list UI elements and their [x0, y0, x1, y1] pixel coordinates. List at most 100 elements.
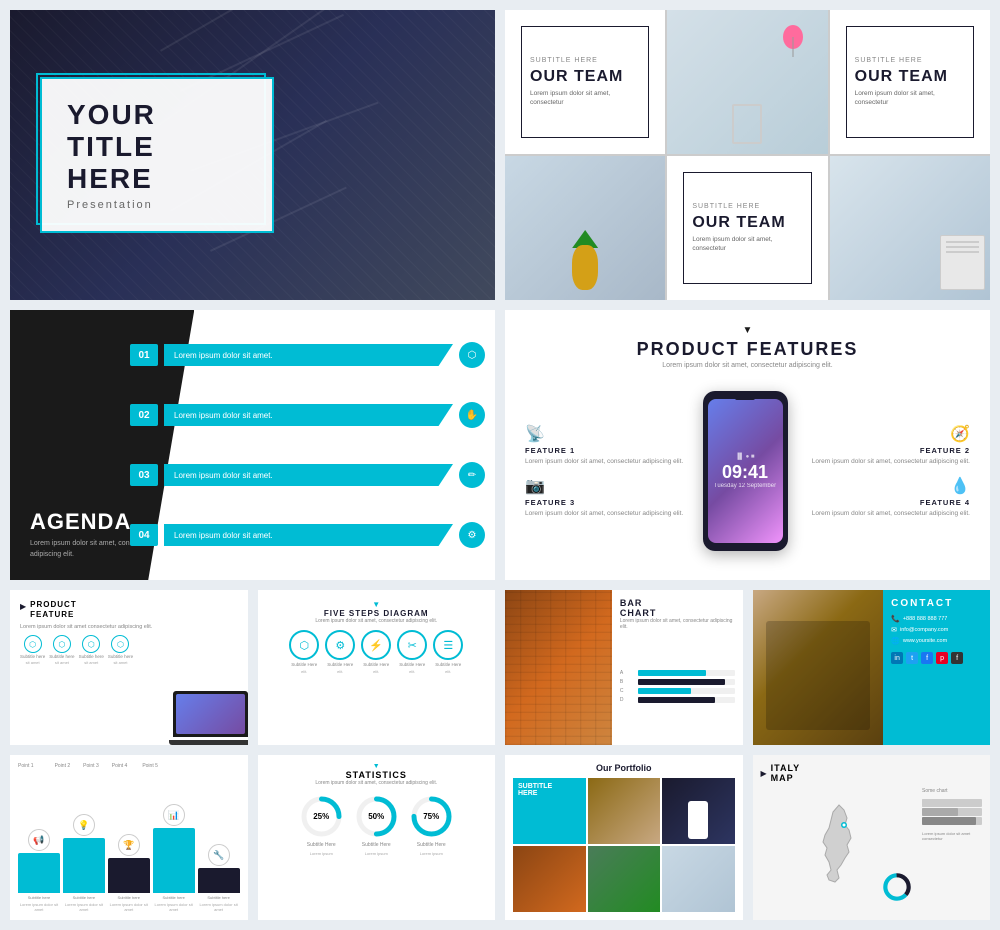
pf-mini-title: PRODUCTFEATURE: [30, 600, 77, 619]
step-3: ⚡ Subtitle Here elit.: [361, 630, 391, 674]
subtitle: Presentation: [67, 199, 247, 211]
process-steps: 📢 Subtitle here Lorem ipsum dolor sit am…: [18, 774, 240, 912]
phone-mockup-container: ▐▌ ● ■ 09:41 Tuesday 12 September: [703, 391, 793, 551]
process-step-2: 💡 Subtitle here Lorem ipsum dolor sit am…: [63, 814, 105, 912]
port-img-books: [513, 846, 586, 912]
italy-legend: Lorem ipsum dolor sit amet consectetur: [922, 831, 982, 841]
agenda-num-2: 02: [130, 404, 158, 426]
step-circle-3: ⚡: [361, 630, 391, 660]
italy-chart-title: Some chart: [922, 788, 982, 794]
team-subtitle-3: SUBTITLE HERE: [855, 57, 965, 64]
laptop-screen: [176, 694, 245, 734]
bc-bar-fill-1: [638, 670, 706, 676]
pf-mini-header: ▶ PRODUCTFEATURE: [20, 600, 238, 619]
five-steps-arrow-icon: ▼: [372, 600, 380, 609]
slide-statistics: ▼ STATISTICS Lorem ipsum dolor sit amet,…: [258, 755, 496, 920]
agenda-num-4: 04: [130, 524, 158, 546]
team-desc-5: Lorem ipsum dolor sit amet, consectetur: [692, 235, 802, 253]
contact-item-2: ✉ info@company.com: [891, 626, 982, 634]
five-steps-title: FIVE STEPS DIAGRAM: [324, 609, 429, 618]
italy-chart-area: Some chart Lorem ipsum dolor sit amet co…: [922, 788, 982, 912]
phone-time: 09:41: [722, 462, 768, 483]
pf-mini-icon-4: ⬡ Subtitle here sit amet: [108, 635, 133, 665]
stat-circle-3: 75% Subtitle Here Lorem ipsum: [409, 794, 454, 856]
pf-features-right: 🧭 FEATURE 2 Lorem ipsum dolor sit amet, …: [798, 424, 971, 518]
italy-title: ITALYMAP: [771, 763, 801, 783]
feature-icon-2: 🧭: [950, 424, 970, 444]
phone-icon: 📞: [891, 615, 900, 623]
team-card-5: SUBTITLE HERE OUR TEAM Lorem ipsum dolor…: [667, 156, 827, 300]
pf-content: 📡 FEATURE 1 Lorem ipsum dolor sit amet, …: [525, 377, 970, 565]
pf-mini-circle-2: ⬡: [53, 635, 71, 653]
phone-mockup: ▐▌ ● ■ 09:41 Tuesday 12 September: [703, 391, 788, 551]
laptop-container: [168, 690, 248, 745]
italy-bar-1: [922, 799, 982, 807]
slide-italy: ▶ ITALYMAP: [753, 755, 991, 920]
agenda-num-1: 01: [130, 344, 158, 366]
laptop-body: [173, 691, 248, 737]
feature-label-4: FEATURE 4: [920, 498, 970, 507]
stat-circles: 25% Subtitle Here Lorem ipsum 50% Subtit…: [299, 794, 454, 856]
bc-bars: A B C D: [620, 635, 735, 737]
portfolio-title: Our Portfolio: [513, 763, 735, 773]
feature-icon-1: 📡: [525, 424, 698, 444]
agenda-item-1: 01 Lorem ipsum dolor sit amet. ⬡: [130, 342, 485, 368]
phone-notch: [735, 396, 755, 400]
agenda-bar-4: Lorem ipsum dolor sit amet.: [164, 524, 453, 546]
slide-title: YOUR TITLE HERE Presentation: [10, 10, 495, 300]
bc-bar-fill-3: [638, 688, 691, 694]
contact-panel: CONTACT 📞 +888 888 888 777 ✉ info@compan…: [883, 590, 990, 745]
feature-item-1: 📡 FEATURE 1 Lorem ipsum dolor sit amet, …: [525, 424, 698, 466]
pinterest-icon: p: [936, 652, 948, 664]
team-title-5: OUR TEAM: [692, 214, 802, 232]
portfolio-grid: SUBTITLEHERE: [513, 778, 735, 912]
pf-mini-desc: Lorem ipsum dolor sit amet consectetur a…: [20, 624, 238, 630]
contact-item-1: 📞 +888 888 888 777: [891, 615, 982, 623]
stat-donut-label-3: 75%: [409, 794, 454, 839]
phone-screen: ▐▌ ● ■ 09:41 Tuesday 12 September: [708, 399, 783, 543]
process-step-3: 🏆 Subtitle here Lorem ipsum dolor sit am…: [108, 834, 150, 912]
bc-bar-fill-2: [638, 679, 725, 685]
italy-map-area: [761, 788, 918, 912]
agenda-item-3: 03 Lorem ipsum dolor sit amet. ✏: [130, 462, 485, 488]
contact-item-3: 🌐 www.yoursite.com: [891, 637, 982, 645]
italy-donut-mini: [882, 872, 912, 907]
italy-bar-group: [922, 799, 982, 825]
team-title-3: OUR TEAM: [855, 68, 965, 86]
bc-bar-row-2: B: [620, 679, 735, 685]
feature-icon-3: 📷: [525, 476, 698, 496]
stat-donut-label-2: 50%: [354, 794, 399, 839]
process-bar-3: [108, 858, 150, 893]
port-img-wallet: [588, 778, 661, 844]
pf-mini-icons-row: ⬡ Subtitle here sit amet ⬡ Subtitle here…: [20, 635, 238, 665]
process-step-icon-4: 📊: [163, 804, 185, 826]
agenda-icon-4: ⚙: [459, 522, 485, 548]
agenda-icon-3: ✏: [459, 462, 485, 488]
pf-mini-circle-4: ⬡: [111, 635, 129, 653]
process-bar-2: [63, 838, 105, 893]
slide-agenda: AGENDA Lorem ipsum dolor sit amet, conse…: [10, 310, 495, 580]
step-circle-5: ☰: [433, 630, 463, 660]
five-steps-subtitle: Lorem ipsum dolor sit amet, consectetur …: [315, 618, 437, 624]
team-card-4: [505, 156, 665, 300]
social-row: in t f p f: [891, 652, 982, 664]
stat-circle-2: 50% Subtitle Here Lorem ipsum: [354, 794, 399, 856]
step-1: ⬡ Subtitle Here elit.: [289, 630, 319, 674]
laptop-base: [169, 740, 248, 745]
title-box: YOUR TITLE HERE Presentation: [40, 77, 274, 233]
main-title: YOUR TITLE HERE: [67, 99, 247, 195]
stat-donut-label-1: 25%: [299, 794, 344, 839]
stat-title: STATISTICS: [346, 770, 407, 780]
phone-date: Tuesday 12 September: [714, 483, 776, 489]
port-img-phone: [662, 778, 735, 844]
slide-portfolio: Our Portfolio SUBTITLEHERE: [505, 755, 743, 920]
pf-mini-circle-1: ⬡: [24, 635, 42, 653]
stat-arrow-icon: ▼: [373, 763, 380, 770]
slide-process: Point 1 Point 2 Point 3 Point 4 Point 5 …: [10, 755, 248, 920]
step-2: ⚙ Subtitle Here elit.: [325, 630, 355, 674]
feature-desc-4: Lorem ipsum dolor sit amet, consectetur …: [812, 509, 970, 518]
italy-header: ▶ ITALYMAP: [761, 763, 983, 783]
pf-mini-icon-2: ⬡ Subtitle here sit amet: [49, 635, 74, 665]
agenda-items: 01 Lorem ipsum dolor sit amet. ⬡ 02 Lore…: [130, 320, 485, 570]
slide-bar-chart: BARCHART Lorem ipsum dolor sit amet, con…: [505, 590, 743, 745]
